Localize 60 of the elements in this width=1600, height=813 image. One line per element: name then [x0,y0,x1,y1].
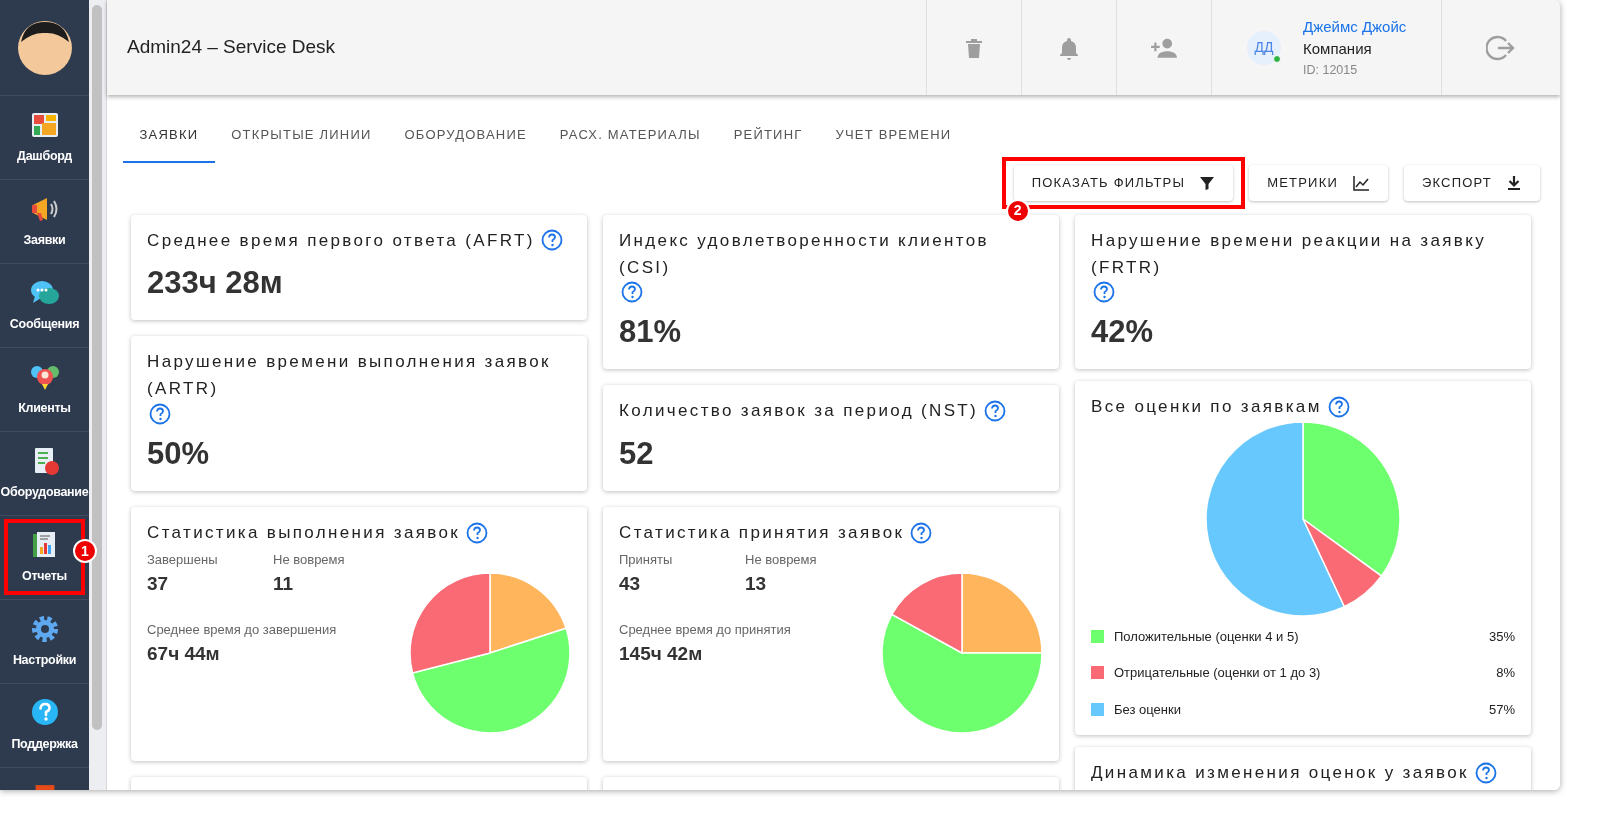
legend-label: Положительные (оценки 4 и 5) [1114,627,1300,646]
legend-value: 8% [1496,664,1515,683]
avatar-icon[interactable] [16,19,73,76]
tab[interactable]: ЗАЯВКИ [123,111,215,163]
metric-value: 52 [619,434,655,473]
filter-icon [1199,174,1216,191]
download-icon [1506,174,1522,191]
metric-value: 42% [1091,312,1155,351]
help-icon[interactable] [466,521,489,544]
metric-value: 233ч 28м [147,263,284,302]
stat-value: 145ч 42м [619,641,704,666]
help-icon[interactable] [621,280,643,303]
card-title: Среднее время первого ответа (AFRT) [147,229,535,252]
line-chart-icon [1351,174,1370,191]
card-title: Статистика выполнения заявок [147,522,461,545]
help-icon[interactable] [1093,280,1115,303]
user-name-link[interactable]: Джеймс Джойс [1303,15,1407,39]
stat-value: 37 [147,571,170,596]
stat-label: Среднее время до завершения [147,621,338,640]
toolbar-button[interactable]: ПОКАЗАТЬ ФИЛЬТРЫ [1013,164,1234,201]
stat-label: Среднее время до принятия [619,621,792,640]
help-icon[interactable] [540,229,563,252]
stat-value: 13 [745,571,768,596]
stat-value: 11 [273,571,295,596]
tab[interactable]: ОТКРЫТЫЕ ЛИНИИ [214,111,388,163]
stat-label: Не вовремя [273,551,346,570]
callout-badge: 1 [73,539,97,563]
card-title: Нарушение времени реакции на заявку (FRTR) [1091,229,1488,279]
legend-value: 57% [1488,700,1515,719]
legend-label: Отрицательные (оценки от 1 до 3) [1114,664,1322,683]
help-icon[interactable] [910,521,933,544]
stat-label: Приняты [619,551,674,570]
help-icon[interactable] [1327,395,1350,418]
legend-label: Без оценки [1114,700,1182,719]
stat-label: Завершены [147,551,219,570]
company-name: Компания [1303,39,1373,60]
toolbar-button[interactable]: МЕТРИКИ [1249,164,1388,201]
help-icon[interactable] [984,399,1007,422]
help-icon[interactable] [1474,761,1497,784]
card-title: Индекс удовлетворенности клиентов (CSI) [619,229,990,279]
tab[interactable]: ОБОРУДОВАНИЕ [388,111,544,163]
user-id: ID: 12015 [1303,61,1359,79]
card-title: Количество заявок за период (NST) [619,400,979,423]
legend-value: 35% [1488,627,1515,646]
card-title: Нарушение времени выполнения заявок (ARTR) [147,351,552,401]
tab[interactable]: РЕЙТИНГ [717,111,819,163]
metric-value: 50% [147,434,211,473]
stat-value: 67ч 44м [147,641,221,666]
card-title: Динамика изменения оценок у заявок [1091,762,1469,785]
scrollbar-thumb[interactable] [92,5,102,730]
tab[interactable]: РАСХ. МАТЕРИАЛЫ [543,111,718,163]
card-title: Все оценки по заявкам [1091,396,1322,419]
stat-value: 43 [619,571,642,596]
tab[interactable]: УЧЕТ ВРЕМЕНИ [819,111,968,163]
toolbar-button[interactable]: ЭКСПОРТ [1403,164,1540,201]
metric-value: 81% [619,312,683,351]
app-title: Admin24 – Service Desk [127,35,336,60]
card-title: Статистика принятия заявок [619,522,905,545]
stat-label: Не вовремя [745,551,818,570]
help-icon[interactable] [149,402,171,425]
